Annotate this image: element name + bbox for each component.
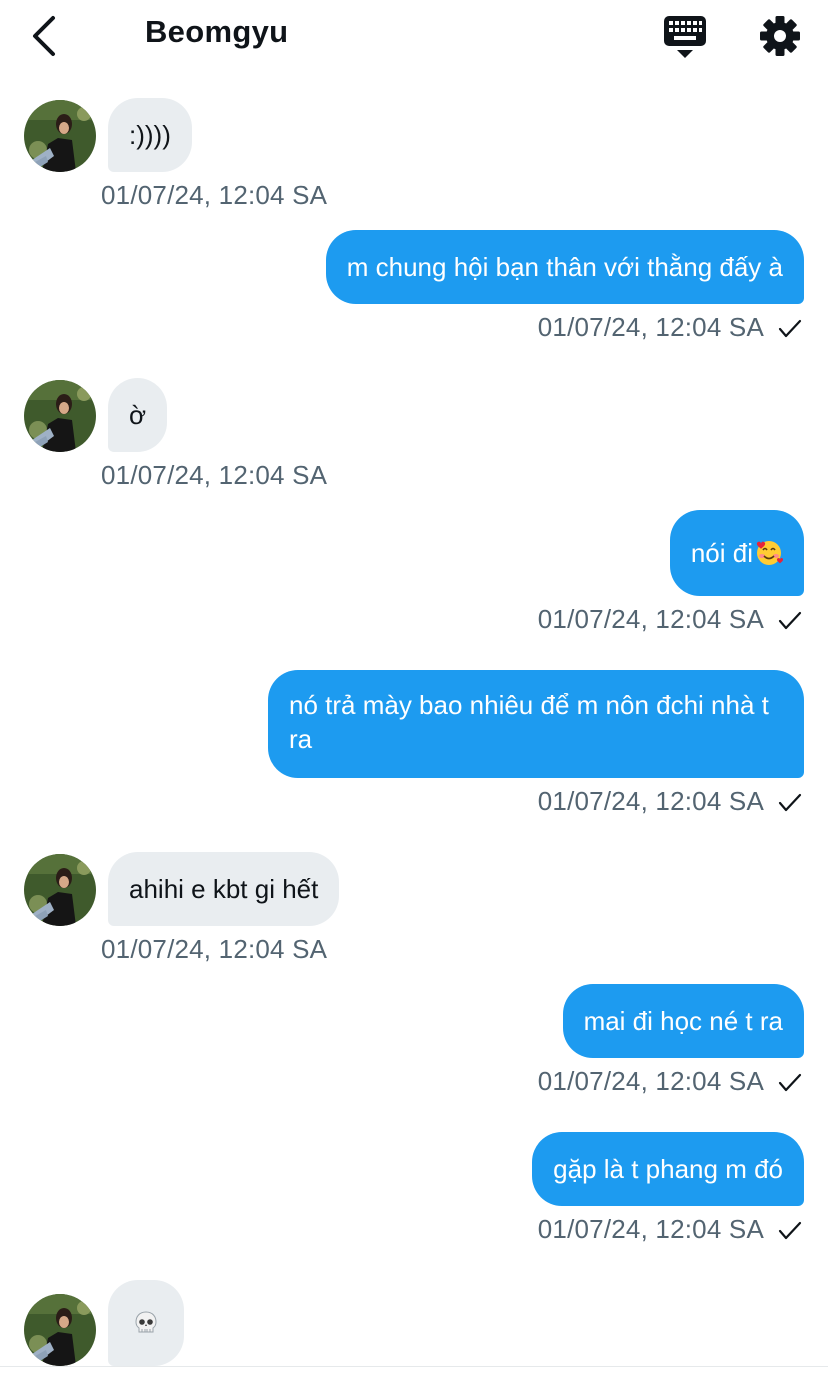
keyboard-icon — [664, 16, 706, 58]
incoming-message-bubble[interactable] — [108, 1280, 184, 1366]
message-timestamp: 01/07/24, 12:04 SA — [537, 1066, 764, 1096]
message-text: ờ — [129, 400, 147, 430]
sent-check-icon — [778, 1221, 802, 1240]
outgoing-message-bubble[interactable]: nó trả mày bao nhiêu để m nôn đchi nhà t… — [268, 670, 804, 778]
message-text: m chung hội bạn thân với thằng đấy à — [346, 252, 783, 282]
settings-button[interactable] — [756, 12, 804, 60]
incoming-message-bubble[interactable]: :)))) — [108, 98, 192, 172]
keyboard-button[interactable] — [660, 14, 710, 60]
message-text: nó trả mày bao nhiêu để m nôn đchi nhà t… — [289, 690, 769, 754]
chat-header: Beomgyu — [0, 0, 828, 72]
message-timestamp: 01/07/24, 12:04 SA — [537, 312, 764, 342]
contact-avatar[interactable] — [24, 854, 96, 926]
outgoing-message-bubble[interactable]: gặp là t phang m đó — [532, 1132, 804, 1206]
chevron-left-icon — [33, 16, 55, 56]
message-text: :)))) — [129, 120, 171, 150]
sent-check-icon — [778, 793, 802, 812]
conversation-title[interactable]: Beomgyu — [145, 14, 288, 50]
contact-avatar[interactable] — [24, 1294, 96, 1366]
sent-check-icon — [778, 1073, 802, 1092]
sent-check-icon — [778, 611, 802, 630]
message-timestamp: 01/07/24, 12:04 SA — [101, 934, 328, 964]
gear-icon — [760, 16, 800, 56]
outgoing-message-bubble[interactable]: m chung hội bạn thân với thằng đấy à — [325, 230, 804, 304]
message-timestamp: 01/07/24, 12:04 SA — [101, 180, 328, 210]
contact-avatar[interactable] — [24, 380, 96, 452]
message-text: ahihi e kbt gi hết — [129, 874, 319, 904]
message-text: nói đi — [690, 538, 753, 568]
incoming-message-bubble[interactable]: ờ — [108, 378, 168, 452]
smiling-face-with-hearts-icon — [756, 541, 783, 565]
message-timestamp: 01/07/24, 12:04 SA — [101, 460, 328, 490]
outgoing-message-bubble[interactable]: mai đi học né t ra — [562, 984, 804, 1058]
message-timestamp: 01/07/24, 12:04 SA — [537, 786, 764, 816]
outgoing-message-bubble[interactable]: nói đi — [669, 510, 804, 596]
message-timestamp: 01/07/24, 12:04 SA — [537, 604, 764, 634]
bottom-divider — [0, 1366, 828, 1367]
contact-avatar[interactable] — [24, 100, 96, 172]
back-button[interactable] — [22, 12, 66, 60]
message-text: mai đi học né t ra — [583, 1006, 783, 1036]
sent-check-icon — [778, 319, 802, 338]
incoming-message-bubble[interactable]: ahihi e kbt gi hết — [108, 852, 340, 926]
message-timestamp: 01/07/24, 12:04 SA — [537, 1214, 764, 1244]
skull-icon — [135, 1311, 157, 1333]
message-text: gặp là t phang m đó — [553, 1154, 783, 1184]
